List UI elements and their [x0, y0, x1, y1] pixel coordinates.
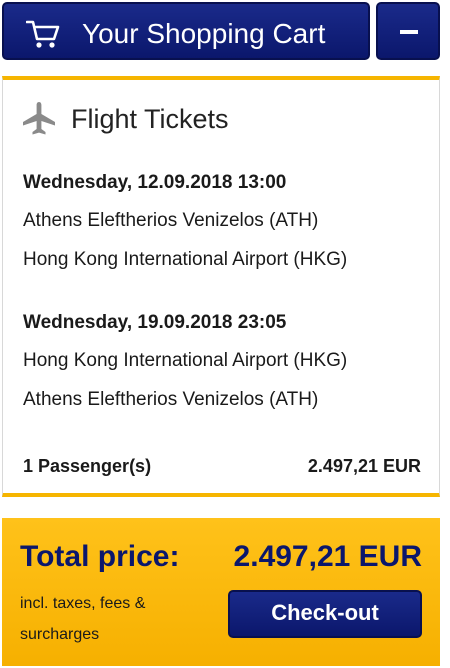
arrival-airport: Hong Kong International Airport (HKG) — [23, 249, 348, 270]
departure-airport: Hong Kong International Airport (HKG) — [23, 350, 348, 371]
arrival-airport: Athens Eleftherios Venizelos (ATH) — [23, 389, 319, 410]
section-title: Flight Tickets — [71, 104, 229, 134]
shopping-cart-header[interactable]: Your Shopping Cart — [2, 2, 370, 60]
total-price-value: 2.497,21 EUR — [233, 540, 422, 573]
cart-icon — [26, 20, 60, 48]
flight-datetime: Wednesday, 12.09.2018 13:00 — [23, 172, 287, 193]
checkout-button[interactable]: Check-out — [228, 590, 422, 638]
airplane-icon — [23, 102, 55, 135]
flight-datetime: Wednesday, 19.09.2018 23:05 — [23, 312, 287, 333]
minus-icon — [400, 30, 418, 34]
total-price-label: Total price: — [20, 540, 180, 573]
departure-airport: Athens Eleftherios Venizelos (ATH) — [23, 210, 319, 231]
collapse-cart-button[interactable] — [376, 2, 440, 60]
price-note: incl. taxes, fees & surcharges — [20, 595, 146, 643]
cart-title: Your Shopping Cart — [82, 18, 326, 49]
passenger-count: 1 Passenger(s) — [23, 456, 152, 476]
flight-tickets-panel: Flight Tickets Wednesday, 12.09.2018 13:… — [2, 76, 440, 497]
total-price-box: Total price: 2.497,21 EUR incl. taxes, f… — [2, 518, 440, 666]
flight-price: 2.497,21 EUR — [307, 456, 421, 476]
